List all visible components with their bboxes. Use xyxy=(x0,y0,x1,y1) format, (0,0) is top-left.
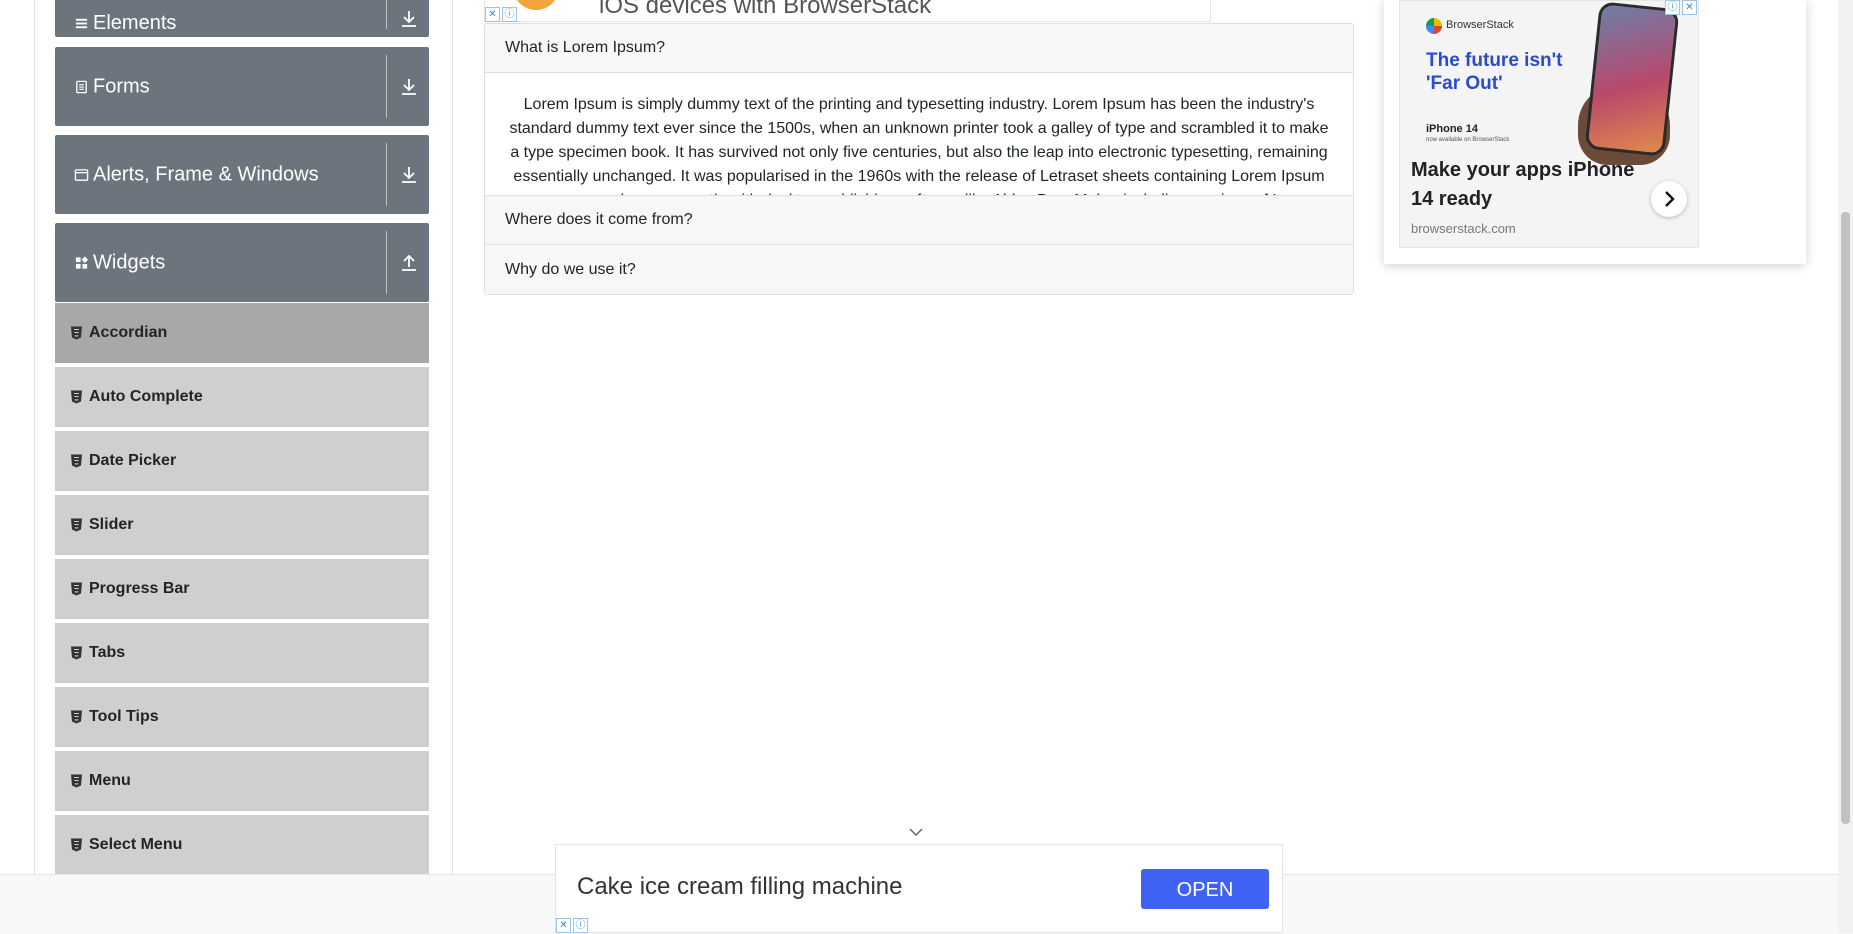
download-icon[interactable] xyxy=(397,163,421,187)
html5-icon xyxy=(71,710,82,724)
html5-icon xyxy=(71,390,82,404)
group-widgets[interactable]: Widgets xyxy=(55,223,429,302)
upload-icon[interactable] xyxy=(397,251,421,275)
list-icon xyxy=(75,18,88,29)
download-icon[interactable] xyxy=(397,75,421,99)
close-icon[interactable]: ✕ xyxy=(556,918,571,933)
sidebar-item-progress-bar[interactable]: Progress Bar xyxy=(55,559,429,621)
info-icon[interactable]: ⓘ xyxy=(573,918,588,933)
ad-logo xyxy=(513,0,559,10)
top-ad-text: iOS devices with BrowserStack xyxy=(599,0,932,19)
ad-cta: Make your apps iPhone 14 ready xyxy=(1411,159,1635,210)
html5-icon xyxy=(71,838,82,852)
ad-headline: The future isn't 'Far Out' xyxy=(1426,50,1563,94)
info-icon[interactable]: ⓘ xyxy=(502,7,517,22)
ad-arrow-button[interactable] xyxy=(1651,181,1687,217)
close-icon[interactable]: ✕ xyxy=(485,7,500,22)
html5-icon xyxy=(71,326,82,340)
document-icon xyxy=(76,80,87,93)
group-title: Elements xyxy=(93,12,177,34)
window-icon xyxy=(74,168,89,181)
sidebar-item-tabs[interactable]: Tabs xyxy=(55,623,429,685)
open-button[interactable]: OPEN xyxy=(1141,869,1269,909)
accordion-header-where-from[interactable]: Where does it come from? xyxy=(485,196,1353,245)
sidebar-item-label: Select Menu xyxy=(89,836,183,853)
sidebar-item-label: Auto Complete xyxy=(89,388,203,405)
group-forms[interactable]: Forms xyxy=(55,47,429,126)
sidebar-item-select-menu[interactable]: Select Menu xyxy=(55,815,429,877)
bottom-ad[interactable]: Cake ice cream filling machine OPEN xyxy=(555,844,1283,933)
sidebar-item-accordian[interactable]: Accordian xyxy=(55,303,429,365)
ad-product-sub: now available on BrowserStack xyxy=(1426,137,1510,143)
group-alerts-frame-windows[interactable]: Alerts, Frame & Windows xyxy=(55,135,429,214)
html5-icon xyxy=(71,518,82,532)
chevron-down-icon[interactable] xyxy=(908,826,924,838)
sidebar-item-date-picker[interactable]: Date Picker xyxy=(55,431,429,493)
info-icon[interactable]: ⓘ xyxy=(1665,0,1680,15)
sidebar-item-label: Progress Bar xyxy=(89,580,190,597)
group-title: Forms xyxy=(93,75,150,97)
sidebar-divider xyxy=(452,0,453,875)
phone-image xyxy=(1584,1,1680,157)
sidebar-item-label: Menu xyxy=(89,772,131,789)
sidebar-item-label: Tabs xyxy=(89,644,126,661)
accordion-body: Lorem Ipsum is simply dummy text of the … xyxy=(485,73,1353,196)
group-title: Widgets xyxy=(93,251,166,273)
bottom-ad-text: Cake ice cream filling machine xyxy=(577,873,903,900)
ad-product: iPhone 14 xyxy=(1426,123,1478,135)
sidebar-item-menu[interactable]: Menu xyxy=(55,751,429,813)
group-separator xyxy=(386,55,387,118)
group-separator xyxy=(386,0,387,29)
sidebar-item-tool-tips[interactable]: Tool Tips xyxy=(55,687,429,749)
download-icon[interactable] xyxy=(397,7,421,31)
sidebar-item-label: Tool Tips xyxy=(89,708,159,725)
accordion-title: Where does it come from? xyxy=(505,211,693,228)
group-separator xyxy=(386,231,387,294)
accordion: What is Lorem Ipsum? Lorem Ipsum is simp… xyxy=(484,23,1354,295)
group-elements[interactable]: Elements xyxy=(55,0,429,37)
widgets-icon xyxy=(75,255,89,269)
ad-brand: BrowserStack xyxy=(1446,19,1514,31)
group-title: Alerts, Frame & Windows xyxy=(93,163,319,185)
accordion-title: What is Lorem Ipsum? xyxy=(505,39,666,56)
top-ad-controls: ✕ ⓘ xyxy=(485,7,517,22)
right-ad-controls: ⓘ ✕ xyxy=(1665,0,1697,15)
right-ad[interactable]: BrowserStack The future isn't 'Far Out' … xyxy=(1399,0,1699,248)
sidebar-item-auto-complete[interactable]: Auto Complete xyxy=(55,367,429,429)
scrollbar-thumb[interactable] xyxy=(1841,212,1850,824)
sidebar-item-label: Slider xyxy=(89,516,134,533)
ad-domain: browserstack.com xyxy=(1411,221,1516,236)
top-ad-banner[interactable]: iOS devices with BrowserStack xyxy=(484,0,1211,22)
html5-icon xyxy=(71,646,82,660)
group-separator xyxy=(386,143,387,206)
close-icon[interactable]: ✕ xyxy=(1682,0,1697,15)
accordion-header-why-use[interactable]: Why do we use it? xyxy=(485,245,1353,294)
sidebar-item-slider[interactable]: Slider xyxy=(55,495,429,557)
browserstack-logo xyxy=(1426,18,1442,34)
accordion-header-what-is-lorem[interactable]: What is Lorem Ipsum? xyxy=(485,24,1353,73)
accordion-title: Why do we use it? xyxy=(505,260,636,278)
sidebar-item-label: Accordian xyxy=(89,324,168,341)
html5-icon xyxy=(71,582,82,596)
html5-icon xyxy=(71,454,82,468)
sidebar-item-label: Date Picker xyxy=(89,452,177,469)
accordion-body-text: Lorem Ipsum is simply dummy text of the … xyxy=(509,96,1329,195)
chevron-right-icon xyxy=(1665,191,1675,207)
left-divider xyxy=(34,0,35,875)
html5-icon xyxy=(71,774,82,788)
bottom-ad-controls: ✕ ⓘ xyxy=(556,918,588,933)
